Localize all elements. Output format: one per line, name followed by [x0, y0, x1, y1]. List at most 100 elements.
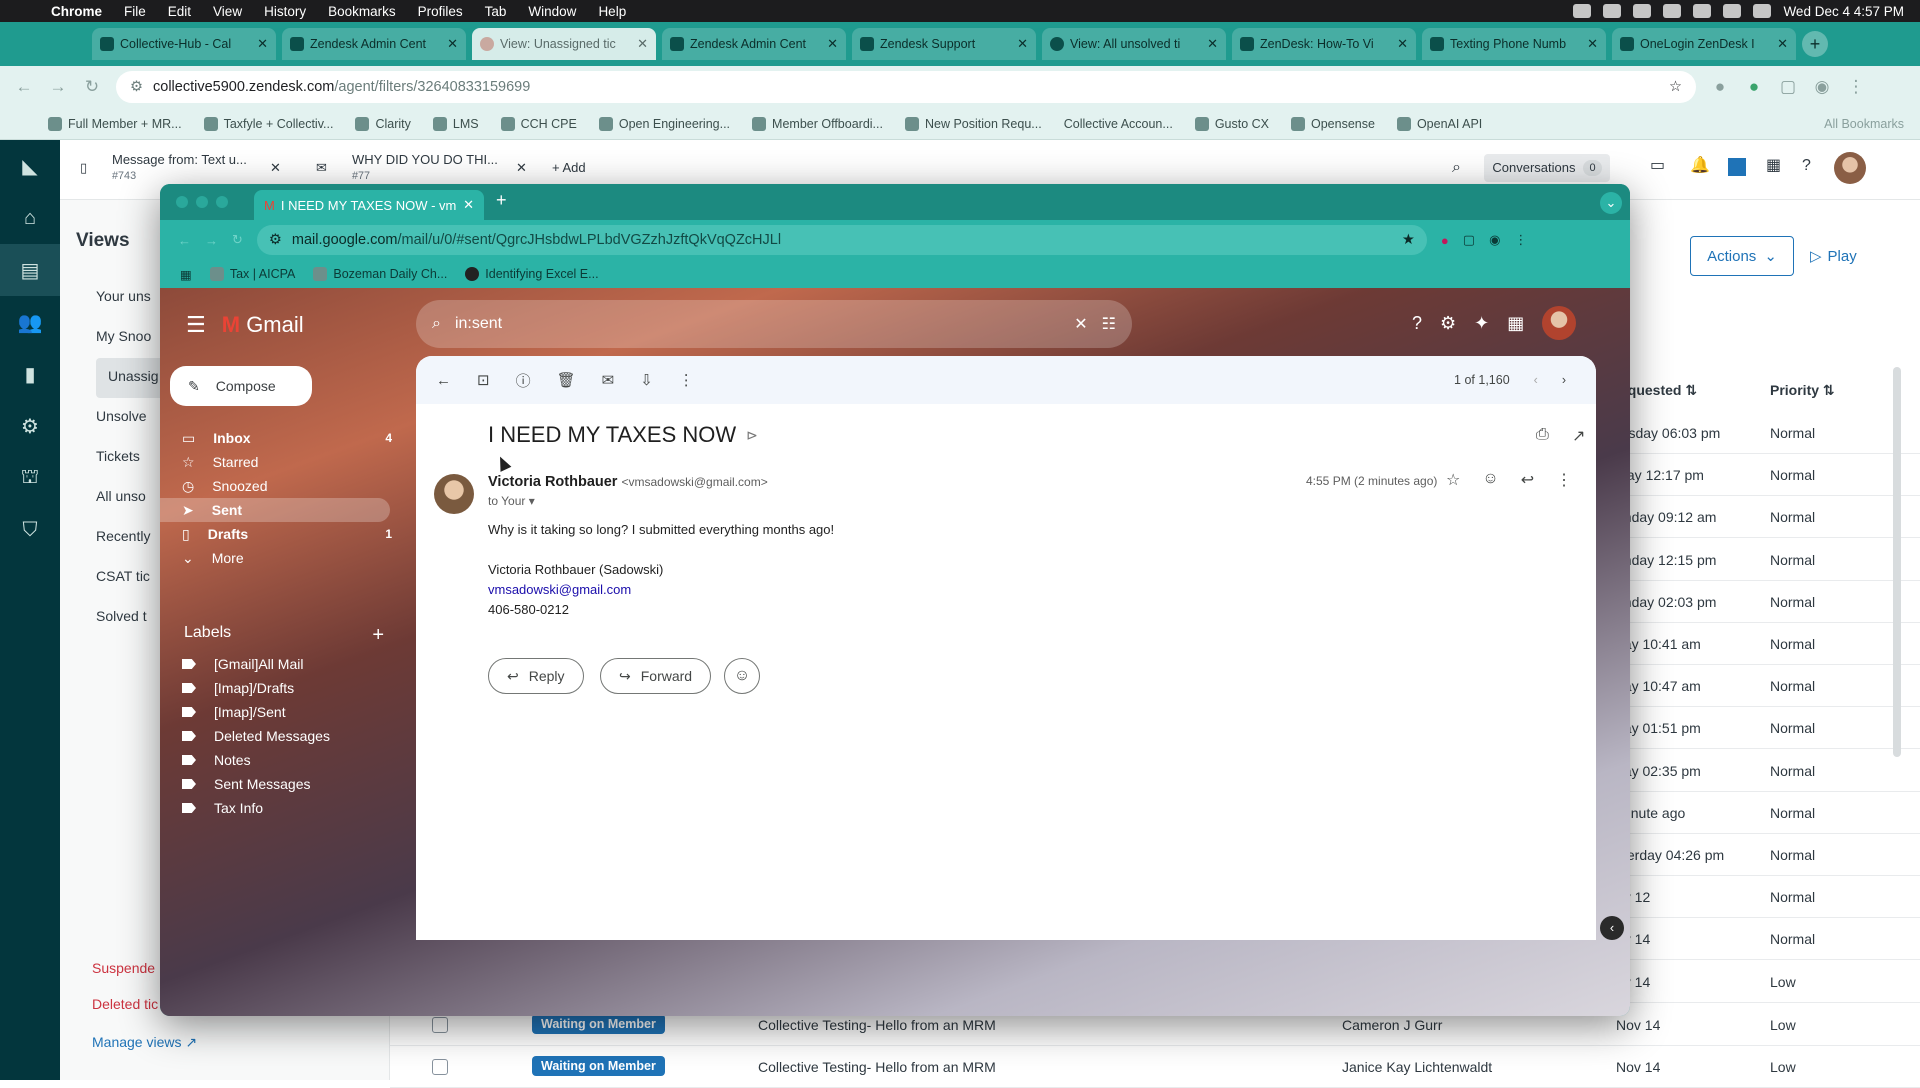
add-label-button[interactable]: + [372, 624, 384, 647]
col-requested-header[interactable]: equested ⇅ [1620, 382, 1697, 399]
label-tag-icon[interactable]: ⊳ [746, 427, 758, 444]
help-icon[interactable]: ? [1802, 158, 1811, 174]
view-item[interactable]: My Snoo [96, 328, 151, 344]
new-tab-button[interactable]: + [496, 190, 507, 211]
menu-help[interactable]: Help [587, 4, 637, 19]
menu-tab[interactable]: Tab [474, 4, 518, 19]
search-input[interactable]: in:sent [455, 315, 1060, 333]
search-icon[interactable] [1723, 4, 1742, 18]
menu-file[interactable]: File [113, 4, 157, 19]
view-item[interactable]: Tickets [96, 448, 140, 464]
reply-button[interactable]: ↩ Reply [488, 658, 584, 694]
suspended-view[interactable]: Suspende [92, 960, 155, 976]
bookmark[interactable]: Identifying Excel E... [465, 267, 599, 281]
close-icon[interactable]: ✕ [1017, 36, 1028, 52]
menu-profiles[interactable]: Profiles [407, 4, 474, 19]
col-priority-header[interactable]: Priority ⇅ [1770, 382, 1835, 399]
menu-app[interactable]: Chrome [40, 4, 113, 19]
ticket-subject[interactable]: Collective Testing- Hello from an MRM [758, 1017, 996, 1033]
search-bar[interactable]: ⌕ in:sent ✕ ☷ [416, 300, 1132, 348]
browser-tab[interactable]: Zendesk Support ✕ [852, 28, 1036, 60]
close-icon[interactable]: ✕ [1587, 36, 1598, 52]
add-tab-button[interactable]: + Add [552, 160, 586, 176]
menu-history[interactable]: History [253, 4, 317, 19]
gmail-logo[interactable]: M Gmail [222, 312, 304, 338]
new-tab-button[interactable]: + [1802, 31, 1828, 57]
bookmark-star-icon[interactable]: ★ [1402, 232, 1415, 248]
label-item[interactable]: Tax Info [182, 800, 263, 816]
wifi-icon[interactable] [1693, 4, 1712, 18]
extension-icon[interactable]: ● [1744, 77, 1764, 97]
reporting-icon[interactable]: ▮ [0, 348, 60, 400]
compose-button[interactable]: ✎ Compose [170, 366, 312, 406]
reload-icon[interactable]: ↻ [232, 232, 243, 248]
reply-icon[interactable]: ↩ [1521, 470, 1534, 490]
browser-tab[interactable]: Collective-Hub - Cal ✕ [92, 28, 276, 60]
browser-tab[interactable]: OneLogin ZenDesk I ✕ [1612, 28, 1796, 60]
gmail-tab[interactable]: M I NEED MY TAXES NOW - vm ✕ [254, 190, 484, 220]
star-icon[interactable]: ☆ [1446, 470, 1460, 490]
close-icon[interactable]: ✕ [637, 36, 648, 52]
chevron-down-icon[interactable]: ▾ [529, 494, 535, 508]
label-item[interactable]: [Gmail]All Mail [182, 656, 303, 672]
customers-icon[interactable]: 👥 [0, 296, 60, 348]
google-apps-icon[interactable]: ▦ [1507, 313, 1524, 334]
extensions-puzzle-icon[interactable]: ▢ [1778, 77, 1798, 97]
browser-tab[interactable]: Zendesk Admin Cent ✕ [282, 28, 466, 60]
home-icon[interactable]: ⌂ [0, 192, 60, 244]
avatar[interactable] [1834, 152, 1866, 184]
profile-icon[interactable]: ◉ [1812, 77, 1832, 97]
gemini-sparkle-icon[interactable]: ✦ [1474, 313, 1489, 334]
close-icon[interactable]: ✕ [516, 160, 527, 176]
extensions-puzzle-icon[interactable]: ▢ [1463, 232, 1475, 248]
menu-dots-icon[interactable]: ⋮ [1514, 232, 1527, 248]
emoji-react-icon[interactable]: ☺ [1482, 470, 1498, 490]
close-icon[interactable]: ✕ [1397, 36, 1408, 52]
tab-search-icon[interactable]: ⌄ [1600, 192, 1622, 214]
table-row[interactable]: Waiting on Member Collective Testing- He… [390, 1046, 1920, 1088]
guide-icon[interactable]: ⛉ [0, 504, 60, 556]
close-icon[interactable]: ✕ [447, 36, 458, 52]
play-button[interactable]: ▷ Play [1810, 236, 1890, 276]
label-item[interactable]: [Imap]/Drafts [182, 680, 294, 696]
address-bar[interactable]: ⚙ mail.google.com/mail/u/0/#sent/QgrcJHs… [256, 225, 1427, 255]
nav-inbox[interactable]: ▭ Inbox 4 [182, 426, 392, 450]
sender-name[interactable]: Victoria Rothbauer [488, 474, 617, 490]
help-icon[interactable]: ? [1412, 313, 1422, 334]
close-icon[interactable]: ✕ [270, 160, 281, 176]
view-item[interactable]: All unso [96, 488, 146, 504]
print-icon[interactable]: ⎙ [1536, 426, 1549, 444]
sender-avatar[interactable] [434, 474, 474, 514]
bookmark[interactable]: Member Offboardi... [752, 116, 883, 131]
view-item[interactable]: CSAT tic [96, 568, 150, 584]
browser-tab[interactable]: Texting Phone Numb ✕ [1422, 28, 1606, 60]
menu-bookmarks[interactable]: Bookmarks [317, 4, 407, 19]
bell-icon[interactable]: 🔔 [1690, 158, 1710, 174]
admin-gear-icon[interactable]: ⚙ [0, 400, 60, 452]
bookmark-star-icon[interactable]: ☆ [1669, 79, 1682, 95]
app-status-icon[interactable] [1633, 4, 1652, 18]
profile-icon[interactable]: ◉ [1489, 232, 1500, 248]
back-icon[interactable]: ← [14, 77, 34, 97]
ticket-tab[interactable]: WHY DID YOU DO THI... #77 [352, 152, 498, 184]
side-panel-toggle-icon[interactable]: ‹ [1600, 916, 1624, 940]
nav-more[interactable]: ⌄ More [182, 546, 392, 570]
control-center-icon[interactable] [1753, 4, 1772, 18]
older-icon[interactable]: › [1562, 373, 1566, 387]
bookmark[interactable]: Bozeman Daily Ch... [313, 267, 447, 281]
forward-icon[interactable]: → [48, 77, 68, 97]
back-icon[interactable]: ← [178, 233, 191, 248]
clock[interactable]: Wed Dec 4 4:57 PM [1783, 4, 1904, 19]
menu-view[interactable]: View [202, 4, 253, 19]
manage-views-link[interactable]: Manage views ↗ [92, 1034, 197, 1051]
bookmark[interactable]: Gusto CX [1194, 116, 1269, 131]
label-item[interactable]: Sent Messages [182, 776, 311, 792]
menu-window[interactable]: Window [517, 4, 587, 19]
extension-icon[interactable]: ● [1710, 77, 1730, 97]
status-icon[interactable] [1573, 4, 1592, 18]
row-checkbox[interactable] [432, 1059, 448, 1075]
view-item[interactable]: Unassig [108, 368, 159, 384]
app-icon[interactable] [1728, 158, 1746, 176]
ticket-subject[interactable]: Collective Testing- Hello from an MRM [758, 1059, 996, 1075]
close-window-button[interactable] [176, 196, 188, 208]
